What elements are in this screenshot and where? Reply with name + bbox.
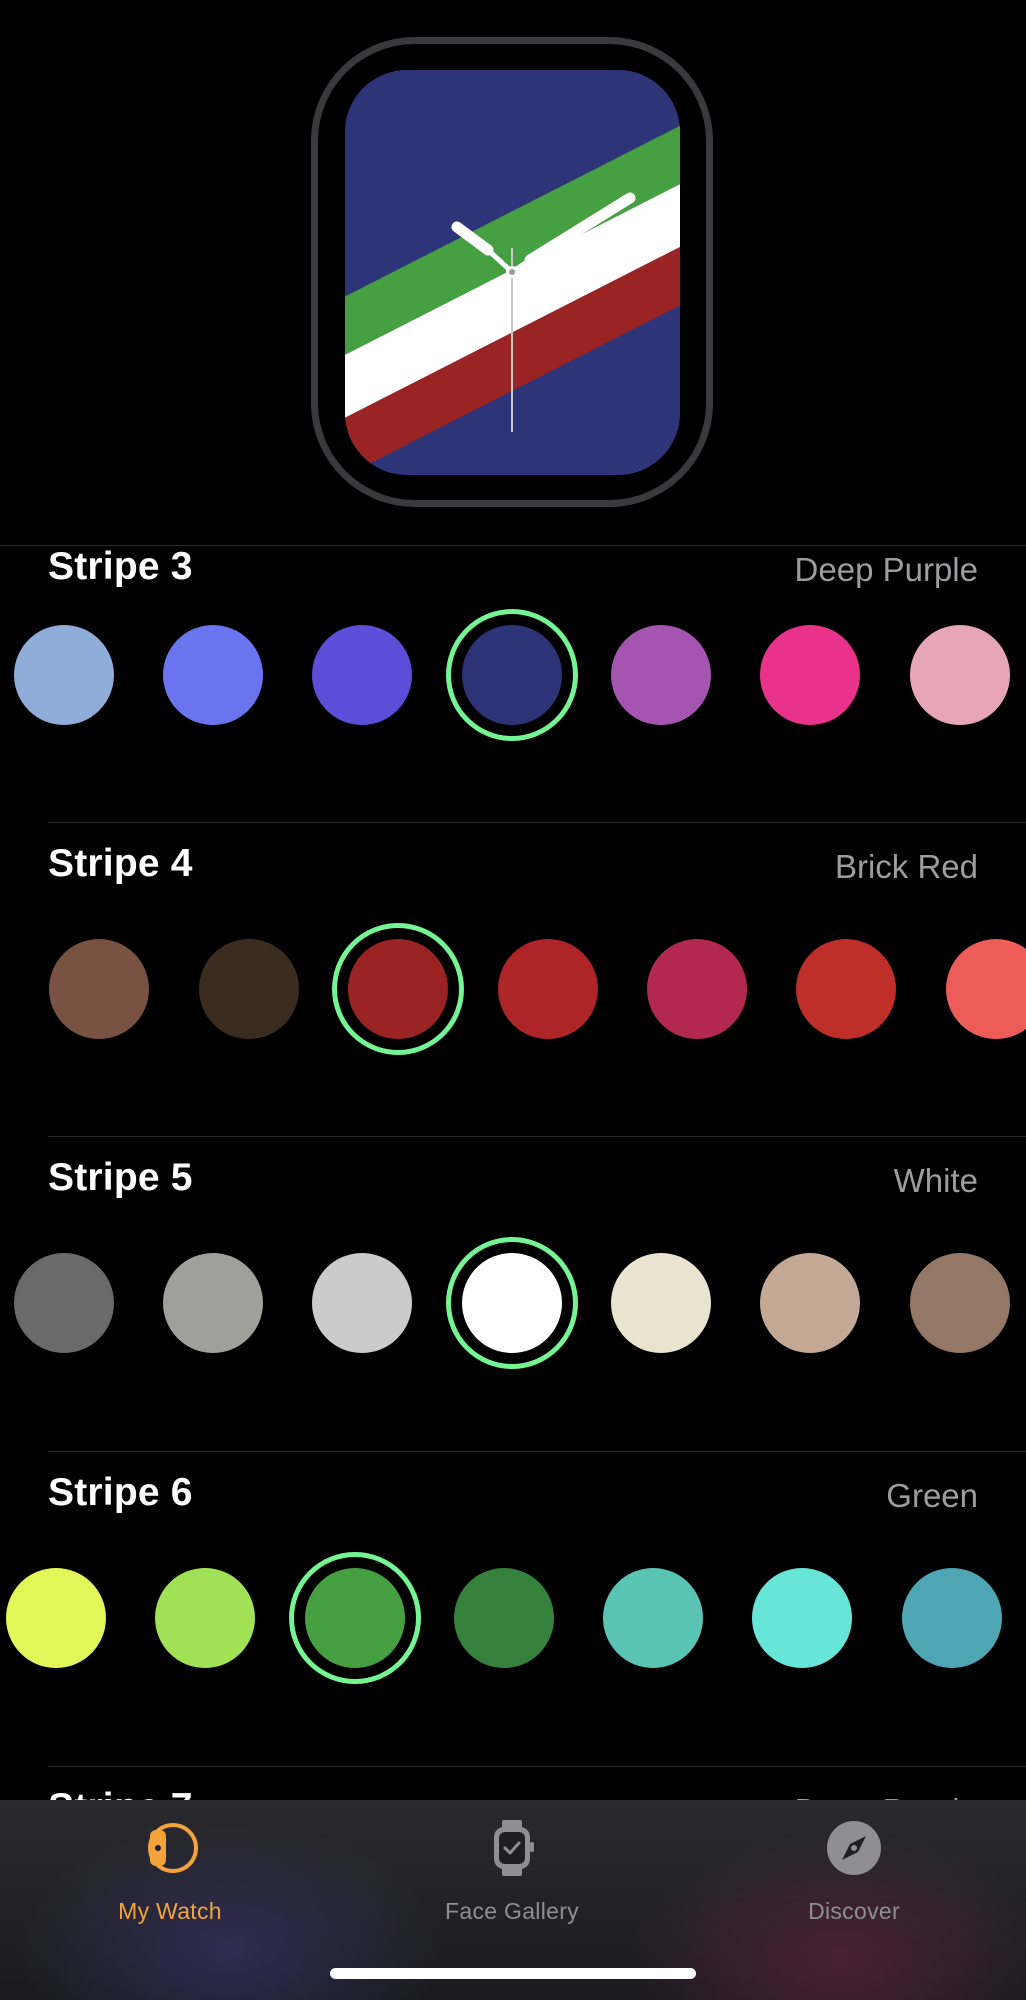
option-title: Stripe 4: [48, 842, 193, 885]
color-swatch[interactable]: [760, 625, 860, 725]
tab-face-gallery[interactable]: Face Gallery: [392, 1818, 632, 1928]
divider: [48, 1451, 1026, 1452]
color-swatch[interactable]: [454, 1568, 554, 1668]
tab-label: Discover: [808, 1898, 900, 1924]
home-indicator[interactable]: [330, 1968, 696, 1979]
color-swatch[interactable]: [902, 1568, 1002, 1668]
divider: [48, 822, 1026, 823]
color-swatch[interactable]: [289, 1552, 421, 1684]
watch-preview: [0, 0, 1026, 546]
color-swatch[interactable]: [796, 939, 896, 1039]
color-swatch[interactable]: [6, 1568, 106, 1668]
color-swatch[interactable]: [14, 625, 114, 725]
tab-label: Face Gallery: [445, 1898, 579, 1924]
option-stripe-6: Stripe 6 Green: [0, 1451, 1026, 1765]
option-selected-value: White: [893, 1162, 978, 1199]
color-swatch[interactable]: [760, 1253, 860, 1353]
color-swatch[interactable]: [498, 939, 598, 1039]
option-stripe-5: Stripe 5 White: [0, 1136, 1026, 1450]
color-swatch[interactable]: [603, 1568, 703, 1668]
color-swatch[interactable]: [647, 939, 747, 1039]
option-title: Stripe 7: [48, 1786, 193, 1800]
color-swatch[interactable]: [611, 1253, 711, 1353]
option-selected-value: Brick Red: [834, 848, 978, 885]
option-title: Stripe 6: [48, 1471, 193, 1514]
option-stripe-4: Stripe 4 Brick Red: [0, 822, 1026, 1136]
color-swatch[interactable]: [611, 625, 711, 725]
color-swatch[interactable]: [752, 1568, 852, 1668]
option-stripe-7: Stripe 7 Deep Purple: [0, 1766, 1026, 1800]
color-swatch[interactable]: [163, 1253, 263, 1353]
tab-label: My Watch: [118, 1898, 222, 1924]
color-swatch[interactable]: [199, 939, 299, 1039]
color-swatch[interactable]: [946, 939, 1026, 1039]
color-swatch[interactable]: [163, 625, 263, 725]
color-swatch[interactable]: [446, 1237, 578, 1369]
color-swatch[interactable]: [910, 1253, 1010, 1353]
tab-discover[interactable]: Discover: [734, 1818, 974, 1928]
divider: [48, 1766, 1026, 1767]
color-swatch[interactable]: [312, 1253, 412, 1353]
watch-face-stripes: [345, 70, 680, 475]
tab-my-watch[interactable]: My Watch: [50, 1818, 290, 1928]
discover-icon: [827, 1821, 881, 1875]
option-title: Stripe 3: [48, 545, 193, 588]
face-gallery-icon: [494, 1820, 534, 1876]
color-swatch[interactable]: [332, 923, 464, 1055]
my-watch-icon: [148, 1823, 198, 1873]
option-title: Stripe 5: [48, 1156, 193, 1199]
color-swatch[interactable]: [446, 609, 578, 741]
color-swatch[interactable]: [49, 939, 149, 1039]
option-selected-value: Deep Purple: [794, 551, 978, 588]
option-stripe-3: Stripe 3 Deep Purple: [0, 525, 1026, 839]
color-swatch[interactable]: [312, 625, 412, 725]
color-swatch[interactable]: [155, 1568, 255, 1668]
divider: [48, 1136, 1026, 1137]
color-swatch[interactable]: [14, 1253, 114, 1353]
color-swatch[interactable]: [910, 625, 1010, 725]
option-selected-value: Green: [886, 1477, 978, 1514]
option-selected-value: Deep Purple: [795, 1792, 978, 1800]
